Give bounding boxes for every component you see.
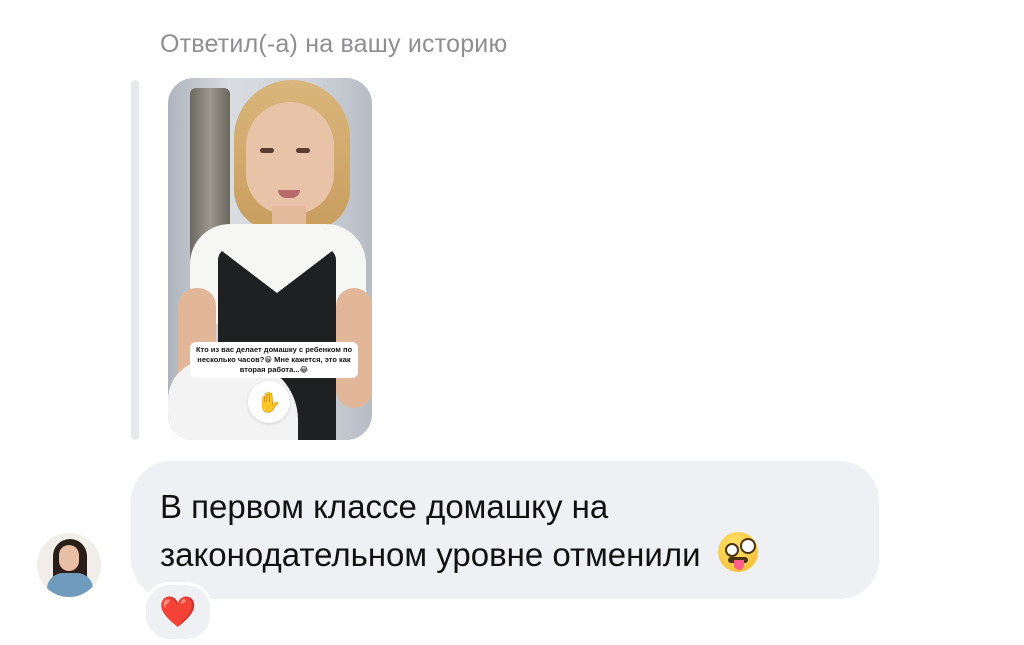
avatar[interactable]: [37, 533, 101, 597]
heart-icon: ❤️: [159, 595, 197, 629]
avatar-body: [47, 573, 93, 597]
message-text: В первом классе домашку на законодательн…: [160, 488, 701, 573]
zany-face-icon: [717, 532, 758, 572]
raised-hand-icon[interactable]: ✋: [248, 381, 290, 423]
avatar-face: [59, 545, 79, 571]
message-bubble[interactable]: В первом классе домашку на законодательн…: [131, 461, 879, 599]
story-preview[interactable]: Кто из вас делает домашку с ребенком по …: [168, 78, 372, 440]
reply-indicator-bar: [131, 80, 139, 440]
story-person-eye: [296, 148, 310, 153]
story-caption: Кто из вас делает домашку с ребенком по …: [190, 342, 358, 378]
message-text-container: В первом классе домашку на законодательн…: [160, 483, 859, 579]
story-person-eye: [260, 148, 274, 153]
heart-reaction[interactable]: ❤️: [143, 582, 213, 642]
reply-header: Ответил(-а) на вашу историю: [160, 30, 508, 58]
